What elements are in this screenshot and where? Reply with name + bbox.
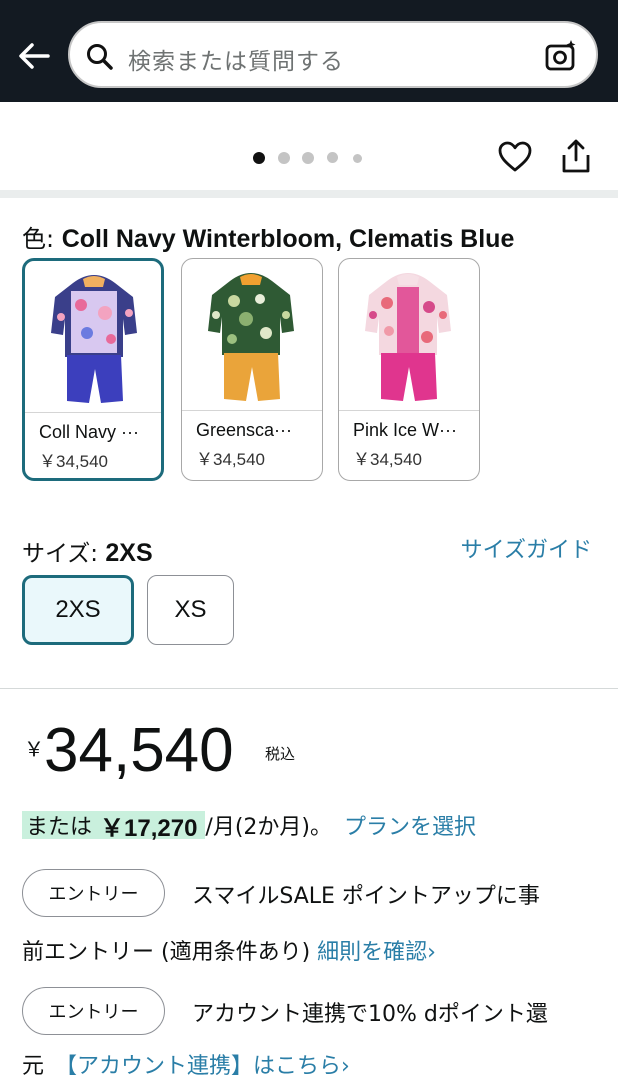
- selected-size: 2XS: [105, 539, 153, 567]
- installment-row: または ￥17,270 /月(2か月)。 プランを選択: [22, 809, 476, 842]
- search-input[interactable]: 検索または質問する: [68, 21, 598, 88]
- camera-search-icon[interactable]: [544, 39, 578, 77]
- promo-text-continued: 元 【アカウント連携】はこちら›: [22, 1054, 350, 1079]
- installment-highlight: または ￥17,270: [22, 811, 206, 842]
- product-thumbnail: [339, 259, 479, 411]
- color-option-name: Coll Navy ···: [39, 422, 140, 442]
- installment-amount: ￥17,270: [100, 814, 198, 842]
- share-icon[interactable]: [560, 138, 592, 178]
- top-navigation-bar: 検索または質問する: [0, 0, 618, 102]
- gallery-dot[interactable]: [278, 152, 290, 164]
- color-option-pink-ice[interactable]: Pink Ice W··· ￥34,540: [338, 258, 480, 481]
- product-thumbnail: [182, 259, 322, 411]
- search-placeholder: 検索または質問する: [128, 49, 344, 75]
- search-icon: [86, 43, 114, 75]
- entry-button[interactable]: エントリー: [22, 869, 165, 917]
- account-link[interactable]: 【アカウント連携】はこちら›: [66, 1054, 350, 1079]
- promo-text-continued: 前エントリー (適用条件あり) 細則を確認›: [22, 940, 436, 965]
- size-option-2xs[interactable]: 2XS: [22, 575, 134, 645]
- heart-icon[interactable]: [497, 140, 533, 178]
- color-option-coll-navy[interactable]: Coll Navy ··· ￥34,540: [22, 258, 164, 481]
- color-option-price: ￥34,540: [39, 452, 108, 471]
- color-label: 色: Coll Navy Winterbloom, Clematis Blue: [22, 225, 515, 253]
- color-option-price: ￥34,540: [196, 450, 265, 469]
- price-amount: 34,540: [44, 716, 234, 785]
- color-option-name: Pink Ice W···: [353, 420, 458, 440]
- promo-text: スマイルSALE ポイントアップに事: [192, 884, 540, 909]
- gallery-dot[interactable]: [353, 154, 362, 163]
- currency-symbol: ￥: [24, 737, 44, 761]
- size-option-xs[interactable]: XS: [147, 575, 234, 645]
- section-divider: [0, 688, 618, 689]
- gallery-dot[interactable]: [327, 152, 338, 163]
- size-guide-link[interactable]: サイズガイド: [461, 532, 592, 564]
- section-divider: [0, 190, 618, 198]
- color-option-price: ￥34,540: [353, 450, 422, 469]
- selected-color-name: Coll Navy Winterbloom, Clematis Blue: [61, 225, 515, 253]
- entry-button[interactable]: エントリー: [22, 987, 165, 1035]
- gallery-dot[interactable]: [302, 152, 314, 164]
- promo-text: アカウント連携で10% dポイント還: [192, 1002, 548, 1027]
- gallery-dot-active[interactable]: [253, 152, 265, 164]
- back-arrow-icon[interactable]: [14, 36, 54, 76]
- installment-suffix: /月(2か月)。: [205, 815, 332, 840]
- select-plan-link[interactable]: プランを選択: [344, 809, 476, 841]
- terms-link[interactable]: 細則を確認›: [317, 940, 436, 965]
- product-thumbnail: [25, 261, 161, 413]
- color-option-greenscape[interactable]: Greensca··· ￥34,540: [181, 258, 323, 481]
- size-label: サイズ: 2XS: [22, 539, 153, 567]
- color-option-name: Greensca···: [196, 420, 293, 440]
- tax-note: 税込: [265, 745, 296, 763]
